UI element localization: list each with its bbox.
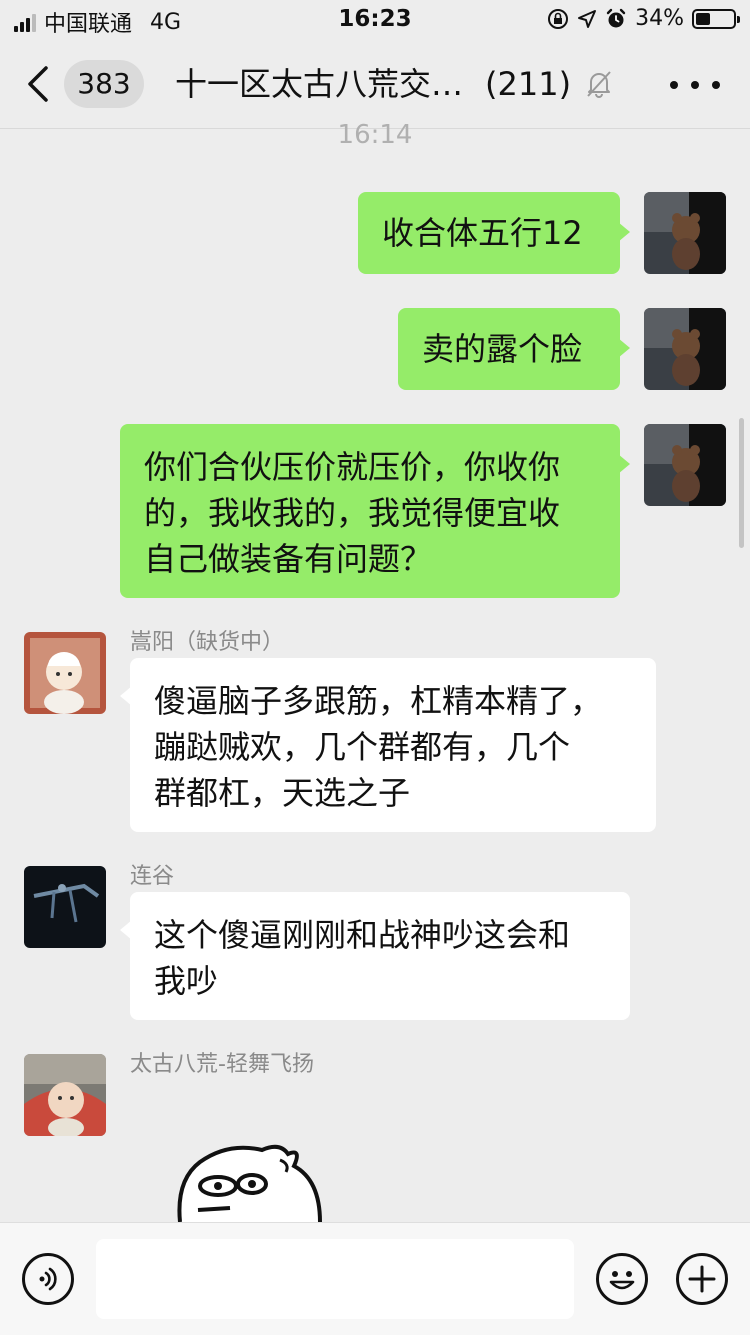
my-avatar[interactable] [644,308,726,390]
more-options-button[interactable] [670,70,720,100]
orientation-lock-icon [548,8,569,29]
message-line: 傻逼脑子多跟筋，杠精本精了， [154,682,603,720]
group-title: 十一区太古八荒交… (211) [175,62,571,106]
group-name: 十一区太古八荒交… [175,65,464,103]
message-line: 自己做装备有问题？ [144,540,433,578]
emoji-icon [609,1271,635,1290]
alarm-icon [606,8,626,27]
my-avatar[interactable] [644,192,726,274]
message-bubble-incoming[interactable]: 这个傻逼刚刚和战神吵这会和 我吵 [120,892,630,1020]
back-button[interactable] [22,62,62,106]
chat-timestamp: 16:14 [337,120,413,150]
more-dots-icon [670,81,678,89]
sticker-face[interactable] [170,1140,330,1222]
message-line: 你们合伙压价就压价，你收你 [144,448,561,486]
chat-scrollbar[interactable] [739,418,744,548]
sender-avatar[interactable] [24,632,106,714]
input-bar [0,1222,750,1335]
message-line: 的，我收我的，我觉得便宜收 [144,494,561,532]
location-arrow-icon [578,9,597,28]
message-input[interactable] [96,1239,574,1319]
sender-avatar[interactable] [24,866,106,948]
member-count: (211) [485,65,572,103]
mute-bell-icon [587,71,611,98]
message-line: 蹦跶贼欢，几个群都有，几个 [154,728,571,766]
sender-name: 嵩阳（缺货中） [130,630,285,655]
sender-name: 连谷 [130,864,175,889]
sender-name: 太古八荒-轻舞飞扬 [130,1052,314,1077]
back-chevron-icon [28,66,48,102]
message-bubble-incoming[interactable]: 傻逼脑子多跟筋，杠精本精了， 蹦跶贼欢，几个群都有，几个 群都杠，天选之子 [120,658,656,832]
plus-button[interactable] [676,1253,728,1305]
message-line: 群都杠，天选之子 [154,774,411,812]
unread-count-badge[interactable]: 383 [64,60,144,108]
status-right: 34% [547,6,740,31]
message-line: 这个傻逼刚刚和战神吵这会和 [154,916,571,954]
voice-button[interactable] [22,1253,74,1305]
sender-avatar[interactable] [24,1054,106,1136]
emoji-button[interactable] [596,1253,648,1305]
message-bubble-outgoing[interactable]: 你们合伙压价就压价，你收你 的，我收我的，我觉得便宜收 自己做装备有问题？ [120,424,630,598]
my-avatar[interactable] [644,424,726,506]
chat-header: 383 十一区太古八荒交… (211) [0,40,750,129]
battery-icon [692,8,740,29]
status-bar: 中国联通 4G 16:23 34% [0,0,750,40]
message-bubble-outgoing[interactable]: 收合体五行12 [358,192,630,274]
plus-icon [688,1265,716,1293]
message-text: 卖的露个脸 [422,330,583,368]
message-bubble-outgoing[interactable]: 卖的露个脸 [398,308,630,390]
voice-icon [39,1267,57,1291]
battery-percent: 34% [635,6,684,31]
message-line: 我吵 [154,962,219,1000]
message-text: 收合体五行12 [382,214,583,252]
